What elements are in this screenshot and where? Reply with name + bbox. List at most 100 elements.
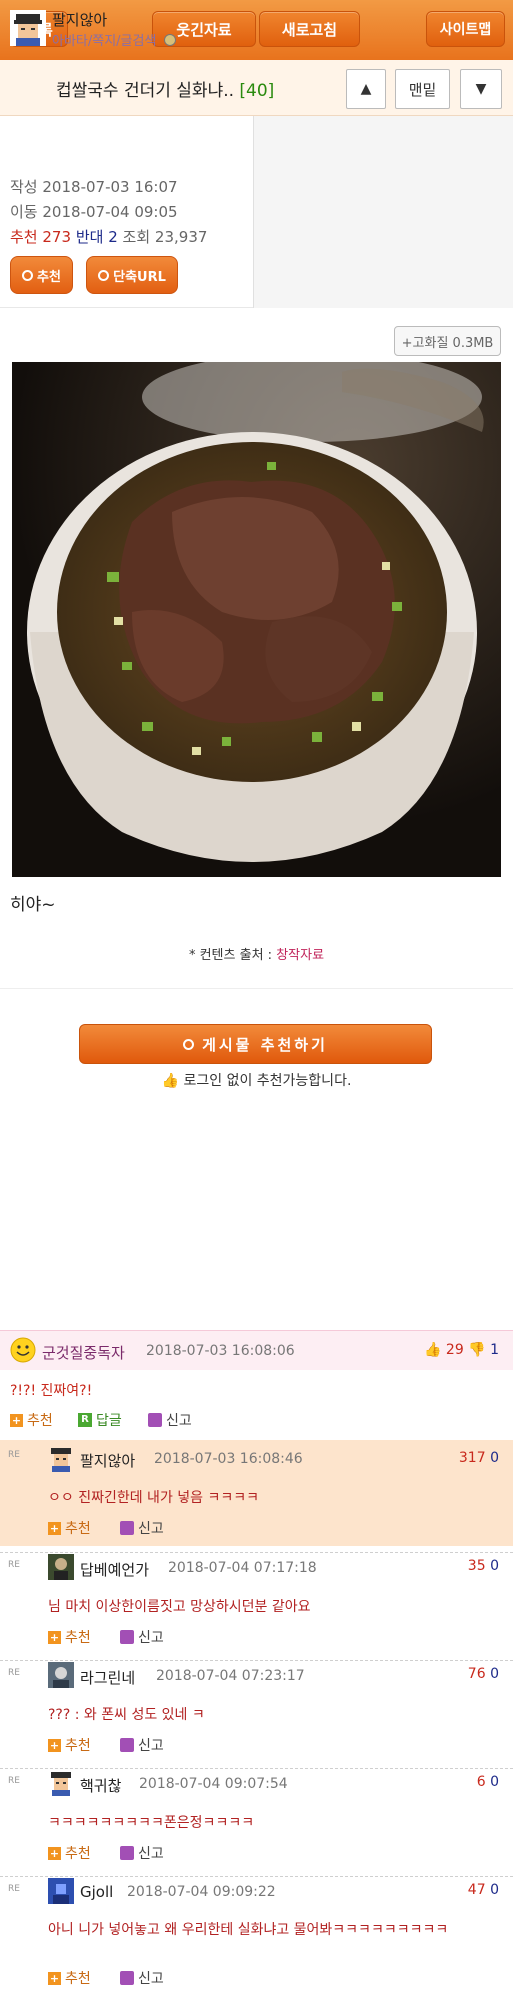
comment-recommend-action[interactable]: + 추천 xyxy=(48,1627,91,1647)
recommend-note: 👍 로그인 없이 추천가능합니다. xyxy=(0,1070,513,1090)
scroll-down-button[interactable]: ▼ xyxy=(460,69,502,109)
action-recommend-label: 추천 xyxy=(65,1738,91,1754)
comment-divider xyxy=(0,1876,513,1877)
recommend-button-label: 추천 xyxy=(37,269,61,285)
comment-report-action[interactable]: 신고 xyxy=(148,1410,192,1430)
thumbs-up-icon: 👍 xyxy=(161,1073,180,1089)
comment-up-count: 76 xyxy=(467,1666,486,1682)
comment-divider xyxy=(0,1552,513,1553)
reply-arrow-icon: RE xyxy=(8,1668,20,1678)
comment-nickname[interactable]: 라그린네 xyxy=(80,1667,135,1688)
comment-recommend-action[interactable]: + 추천 xyxy=(48,1735,91,1755)
comment-text: ㅋㅋㅋㅋㅋㅋㅋㅋㅋ폰은정ㅋㅋㅋㅋ xyxy=(48,1815,255,1831)
action-recommend-label: 추천 xyxy=(27,1413,53,1429)
comment-report-action[interactable]: 신고 xyxy=(120,1735,164,1755)
written-label: 작성 xyxy=(10,178,38,196)
plus-icon: + xyxy=(48,1846,61,1860)
comment-report-action[interactable]: 신고 xyxy=(120,1627,164,1647)
post-title: 컵쌀국수 건더기 실화냐.. [40] xyxy=(56,76,274,101)
action-report-label: 신고 xyxy=(138,1630,164,1646)
comment-text: ?!?! 진짜여?! xyxy=(10,1383,93,1399)
moved-date: 2018-07-04 09:05 xyxy=(42,203,178,221)
comment-recommend-action[interactable]: + 추천 xyxy=(48,1518,91,1538)
comment-nickname[interactable]: 팔지않아 xyxy=(80,1450,135,1471)
user-avatar-icon xyxy=(48,1878,74,1904)
thumbs-down-icon[interactable]: 👎 xyxy=(468,1342,485,1358)
user-avatar-icon xyxy=(48,1554,74,1580)
comment-date: 2018-07-04 09:09:22 xyxy=(127,1884,276,1900)
scroll-bottom-button[interactable]: 맨밑 xyxy=(395,69,450,109)
comment-nickname[interactable]: 핵귀찮 xyxy=(80,1775,121,1796)
comment-nickname[interactable]: 군것질중독자 xyxy=(42,1342,125,1363)
author-nickname[interactable]: 팔지않아 xyxy=(52,9,107,30)
report-icon xyxy=(120,1846,134,1860)
user-avatar-icon xyxy=(51,1772,71,1796)
comment-date: 2018-07-03 16:08:06 xyxy=(146,1343,295,1359)
report-icon xyxy=(120,1738,134,1752)
comment-nickname[interactable]: 답베예언가 xyxy=(80,1559,149,1580)
post-body: 히야~ xyxy=(10,895,56,915)
comment-report-action[interactable]: 신고 xyxy=(120,1968,164,1988)
written-date-row: 작성 2018-07-03 16:07 xyxy=(10,176,178,197)
author-avatar-icon xyxy=(51,1448,71,1472)
reply-icon: R xyxy=(78,1413,92,1427)
plus-icon: + xyxy=(48,1971,61,1985)
comment-recommend-action[interactable]: + 추천 xyxy=(48,1968,91,1988)
level-badge-icon xyxy=(163,34,176,46)
smiley-avatar-icon xyxy=(10,1337,36,1363)
comment-reply-action[interactable]: R 답글 xyxy=(78,1410,122,1430)
recommend-post-button[interactable]: 게시물 추천하기 xyxy=(79,1024,432,1064)
comment-recommend-action[interactable]: + 추천 xyxy=(10,1410,53,1430)
comment-votes: 👍 29 👎 1 xyxy=(424,1342,499,1358)
author-avatar-icon[interactable] xyxy=(10,10,46,46)
comment-votes: 47 0 xyxy=(468,1882,499,1898)
target-icon xyxy=(22,269,34,281)
oppose-count: 2 xyxy=(108,228,118,246)
plus-icon: + xyxy=(48,1738,61,1752)
sitemap-button[interactable]: 사이트맵 xyxy=(426,11,505,47)
reply-arrow-icon: RE xyxy=(8,1450,20,1460)
comment-votes: 76 0 xyxy=(468,1666,499,1682)
reply-arrow-icon: RE xyxy=(8,1560,20,1570)
author-links-text[interactable]: 아바타/쪽지/글검색 xyxy=(52,34,156,49)
high-quality-button[interactable]: +고화질 0.3MB xyxy=(394,326,501,356)
comment-divider xyxy=(0,1768,513,1769)
comment-date: 2018-07-04 09:07:54 xyxy=(139,1776,288,1792)
recommend-label: 추천 xyxy=(10,228,38,246)
comment-date: 2018-07-03 16:08:46 xyxy=(154,1451,303,1467)
scroll-up-button[interactable]: ▲ xyxy=(346,69,386,109)
comment-count[interactable]: [40] xyxy=(239,81,274,101)
written-date: 2018-07-03 16:07 xyxy=(42,178,178,196)
comment-date: 2018-07-04 07:23:17 xyxy=(156,1668,305,1684)
post-title-text: 컵쌀국수 건더기 실화냐.. xyxy=(56,81,235,101)
short-url-button[interactable]: 단축URL xyxy=(86,256,178,294)
moved-label: 이동 xyxy=(10,203,38,221)
comment-report-action[interactable]: 신고 xyxy=(120,1843,164,1863)
comment-up-count: 35 xyxy=(467,1558,486,1574)
thumbs-up-icon[interactable]: 👍 xyxy=(424,1342,441,1358)
comment-nickname[interactable]: Gjoll xyxy=(80,1883,113,1901)
action-report-label: 신고 xyxy=(138,1738,164,1754)
post-image[interactable] xyxy=(12,362,501,877)
comment-votes: 35 0 xyxy=(468,1558,499,1574)
reply-arrow-icon: RE xyxy=(8,1776,20,1786)
recommend-button[interactable]: 추천 xyxy=(10,256,73,294)
author-links[interactable]: 아바타/쪽지/글검색 xyxy=(52,30,176,49)
comment-down-count: 1 xyxy=(490,1342,499,1358)
recommend-count: 273 xyxy=(42,228,72,246)
url-icon xyxy=(98,269,110,281)
comment-date: 2018-07-04 07:17:18 xyxy=(168,1560,317,1576)
source-link[interactable]: 창작자료 xyxy=(276,948,324,963)
comment-recommend-action[interactable]: + 추천 xyxy=(48,1843,91,1863)
views-label: 조회 xyxy=(122,228,151,246)
plus-icon: + xyxy=(48,1630,61,1644)
comment-divider xyxy=(0,1660,513,1661)
comment-down-count: 0 xyxy=(490,1774,499,1790)
source-prefix: * 컨텐츠 출처 : xyxy=(188,948,277,963)
refresh-button[interactable]: 새로고침 xyxy=(259,11,360,47)
comment-down-count: 0 xyxy=(490,1450,499,1466)
comment-votes: 317 0 xyxy=(459,1450,499,1466)
action-reply-label: 답글 xyxy=(96,1413,122,1429)
comment-up-count: 47 xyxy=(467,1882,486,1898)
comment-report-action[interactable]: 신고 xyxy=(120,1518,164,1538)
